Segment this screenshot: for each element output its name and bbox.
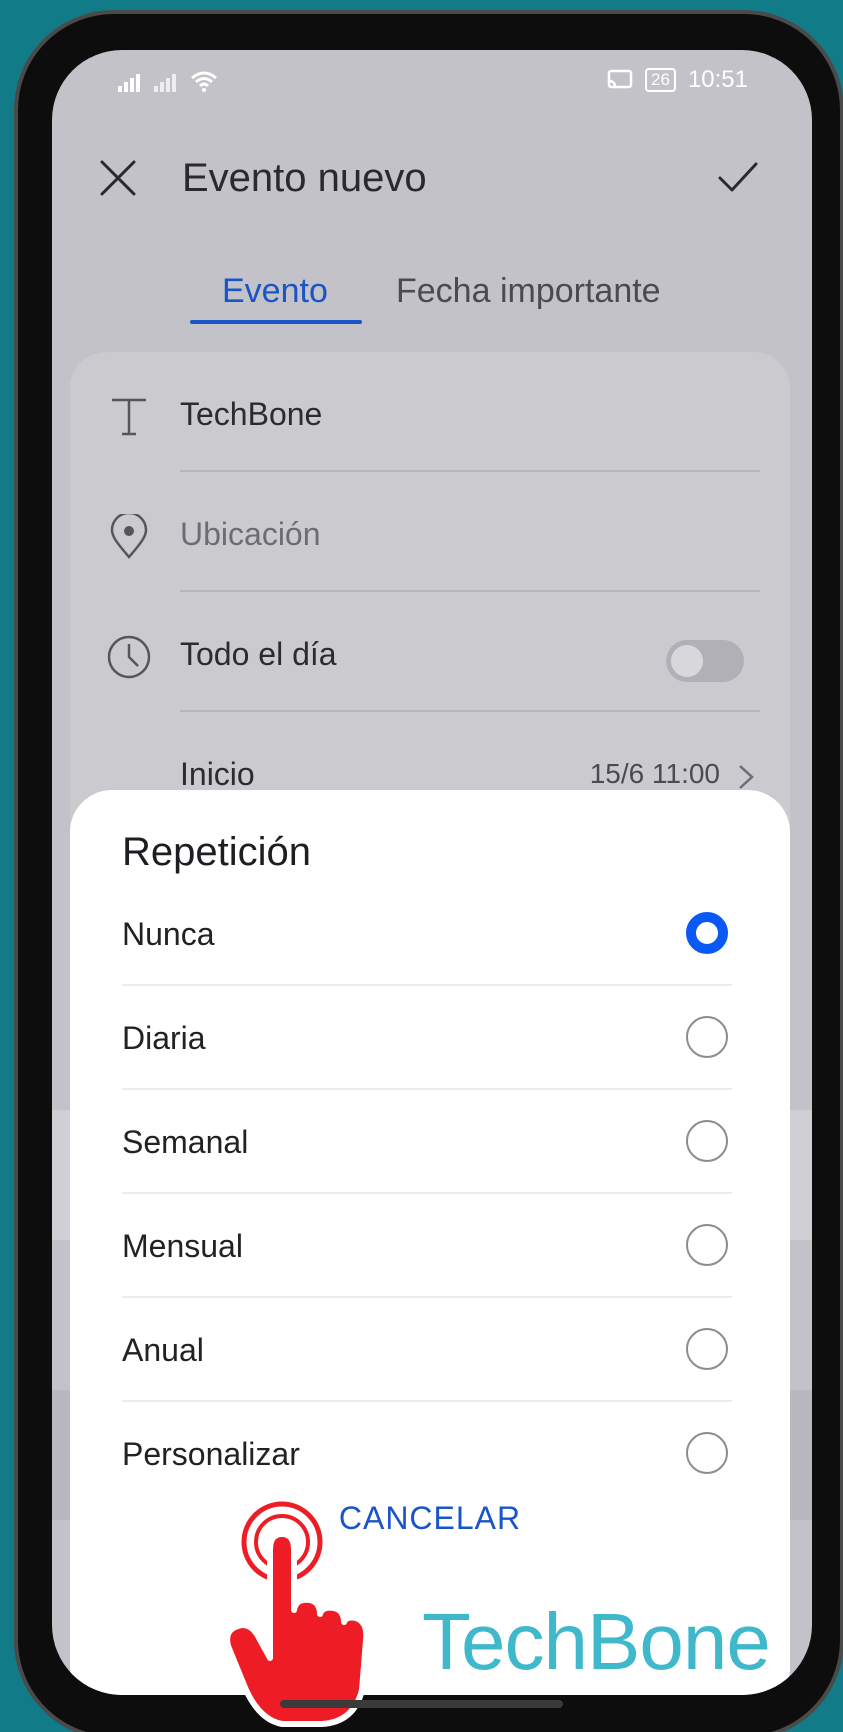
clock: 10:51 [687, 66, 748, 93]
option-label: Personalizar [122, 1436, 300, 1472]
option-label: Semanal [122, 1124, 249, 1160]
option-nunca[interactable]: Nunca [122, 882, 732, 986]
option-diaria[interactable]: Diaria [122, 986, 732, 1090]
check-icon[interactable] [716, 158, 760, 198]
option-label: Diaria [122, 1020, 206, 1056]
location-field[interactable]: Ubicación [180, 516, 321, 553]
start-value: 15/6 11:00 [589, 758, 720, 789]
tab-event[interactable]: Evento [222, 272, 328, 311]
radio-button[interactable] [686, 1016, 728, 1058]
dialog-title: Repetición [122, 830, 312, 874]
status-left [118, 70, 218, 92]
battery-icon: 26 [645, 68, 676, 92]
option-label: Nunca [122, 916, 215, 952]
tap-hand-icon [224, 1500, 370, 1727]
radio-button[interactable] [686, 1432, 728, 1474]
header: Evento nuevo [52, 138, 812, 228]
status-bar: 26 10:51 [52, 50, 812, 110]
radio-button[interactable] [686, 1120, 728, 1162]
tab-important-date[interactable]: Fecha importante [396, 272, 661, 311]
page-title: Evento nuevo [182, 156, 427, 200]
title-field[interactable]: TechBone [180, 396, 322, 433]
cancel-button[interactable]: CANCELAR [70, 1500, 790, 1537]
phone-screen: 26 10:51 Evento nuevo Evento Fecha impor… [52, 50, 812, 1695]
tab-indicator [190, 320, 362, 324]
text-icon [112, 398, 146, 436]
option-anual[interactable]: Anual [122, 1298, 732, 1402]
cast-icon [607, 69, 633, 89]
wifi-icon [191, 71, 217, 92]
all-day-toggle[interactable] [666, 640, 744, 682]
option-personalizar[interactable]: Personalizar [122, 1402, 732, 1506]
radio-button-selected[interactable] [686, 912, 728, 954]
all-day-label: Todo el día [180, 636, 337, 672]
option-mensual[interactable]: Mensual [122, 1194, 732, 1298]
signal-icon [118, 74, 140, 92]
location-pin-icon [110, 514, 148, 559]
techbone-watermark: TechBone [422, 1597, 771, 1686]
clock-icon [107, 635, 151, 679]
location-row[interactable]: Ubicación [70, 472, 790, 592]
close-icon[interactable] [98, 158, 138, 198]
option-label: Mensual [122, 1228, 243, 1264]
option-label: Anual [122, 1332, 204, 1368]
repeat-dialog: Repetición Nunca Diaria Semanal Mensual … [70, 790, 790, 1695]
radio-button[interactable] [686, 1224, 728, 1266]
chevron-right-icon [739, 765, 754, 789]
title-row[interactable]: TechBone [70, 352, 790, 472]
home-indicator[interactable] [280, 1700, 563, 1708]
all-day-row: Todo el día [70, 592, 790, 712]
radio-button[interactable] [686, 1328, 728, 1370]
start-label: Inicio [180, 756, 255, 792]
option-semanal[interactable]: Semanal [122, 1090, 732, 1194]
status-right: 26 10:51 [607, 66, 748, 94]
signal-2-icon [154, 74, 176, 92]
